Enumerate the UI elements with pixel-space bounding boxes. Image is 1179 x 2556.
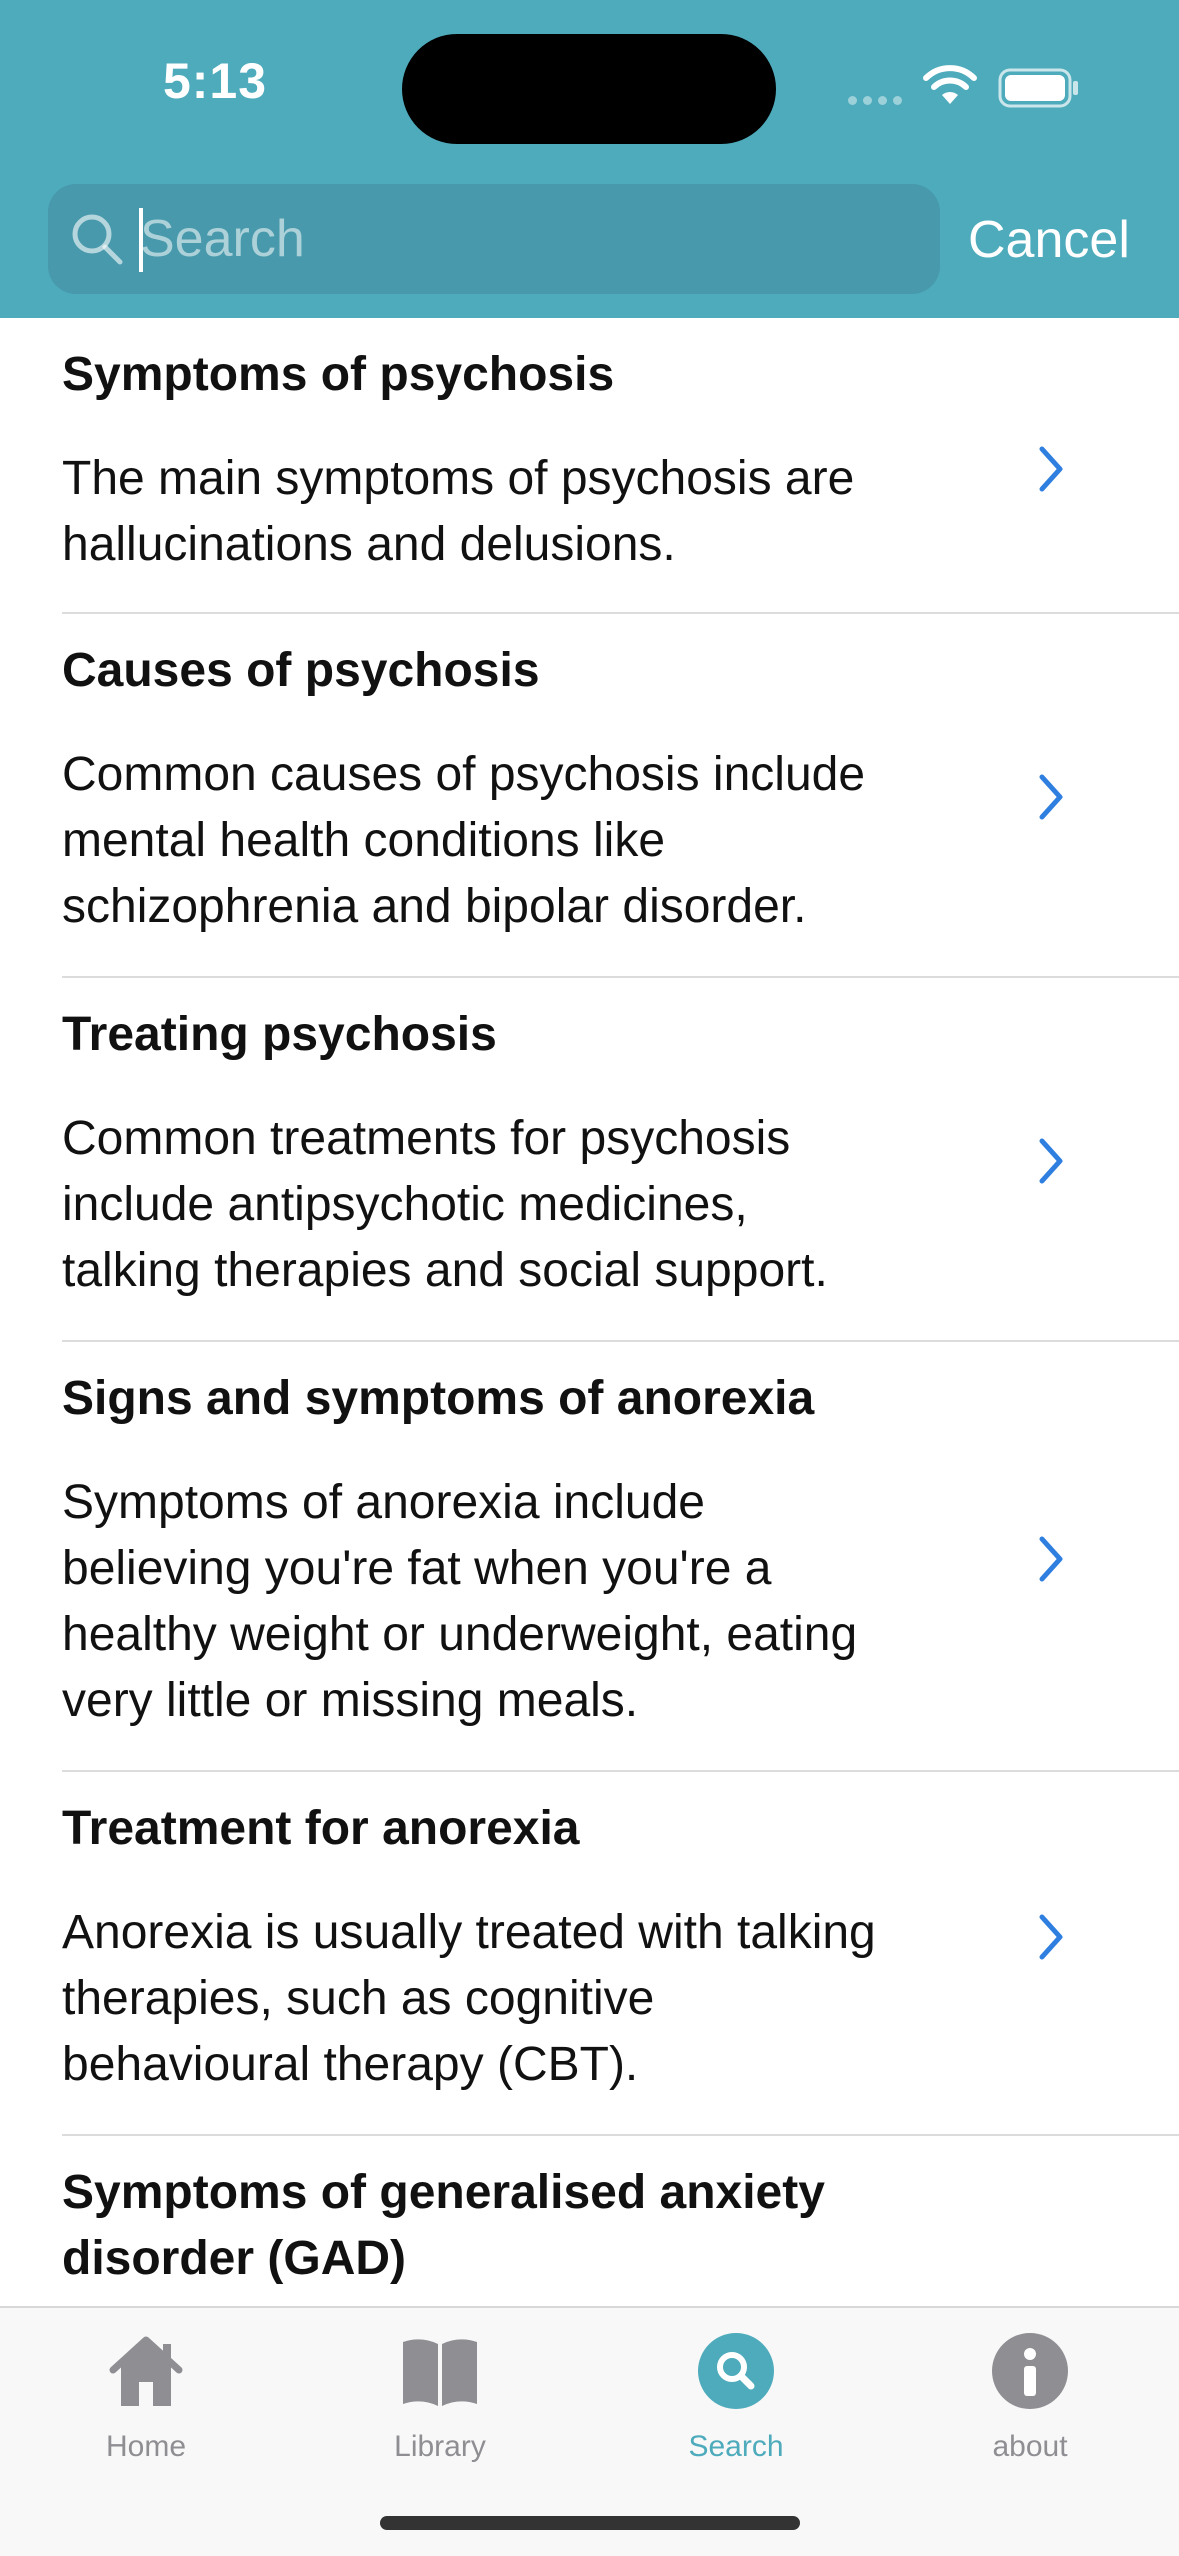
result-description: Common causes of psychosis include menta… — [62, 748, 866, 933]
result-title: Symptoms of generalised anxiety disorder… — [62, 2166, 825, 2285]
dynamic-island — [402, 34, 776, 144]
chevron-right-icon — [1039, 1138, 1063, 1184]
chevron-right-icon — [1039, 446, 1063, 492]
header: 5:13 Cancel — [0, 0, 1179, 318]
book-icon — [403, 2339, 477, 2406]
chevron-right-icon — [1039, 774, 1063, 820]
chevron-right-icon — [1039, 1536, 1063, 1582]
tab-label: Home — [105, 2430, 187, 2463]
status-time: 5:13 — [162, 53, 268, 109]
result-title: Signs and symptoms of anorexia — [62, 1372, 815, 1425]
cellular-signal-icon — [848, 92, 908, 110]
search-icon — [72, 214, 123, 265]
list-item[interactable]: Causes of psychosis Common causes of psy… — [0, 614, 1179, 978]
text-cursor — [139, 208, 143, 272]
result-title: Symptoms of psychosis — [62, 348, 615, 401]
list-item[interactable]: Symptoms of generalised anxiety disorder… — [0, 2136, 1179, 2306]
tab-label: Library — [394, 2430, 486, 2463]
search-input[interactable] — [140, 200, 900, 278]
tab-label: about — [992, 2430, 1068, 2463]
home-indicator[interactable] — [380, 2516, 800, 2530]
list-item[interactable]: Symptoms of psychosis The main symptoms … — [0, 318, 1179, 614]
result-description: Common treatments for psychosis include … — [62, 1112, 828, 1297]
tab-search[interactable]: Search — [626, 2328, 846, 2478]
tab-library[interactable]: Library — [330, 2328, 550, 2478]
chevron-right-icon — [1039, 1914, 1063, 1960]
list-item[interactable]: Signs and symptoms of anorexia Symptoms … — [0, 1342, 1179, 1772]
tab-about[interactable]: about — [920, 2328, 1140, 2478]
wifi-icon — [923, 65, 977, 104]
tab-home[interactable]: Home — [36, 2328, 256, 2478]
result-title: Causes of psychosis — [62, 644, 540, 697]
battery-icon — [998, 68, 1078, 108]
result-description: The main symptoms of psychosis are hallu… — [62, 452, 855, 571]
result-description: Anorexia is usually treated with talking… — [62, 1906, 876, 2091]
result-title: Treating psychosis — [62, 1008, 497, 1061]
result-description: Symptoms of anorexia include believing y… — [62, 1476, 858, 1727]
tab-label: Search — [688, 2430, 784, 2463]
cancel-button[interactable]: Cancel — [968, 200, 1178, 280]
search-bar[interactable] — [48, 184, 940, 294]
list-item[interactable]: Treating psychosis Common treatments for… — [0, 978, 1179, 1342]
search-icon — [698, 2333, 774, 2409]
home-icon — [109, 2336, 183, 2406]
screen: 5:13 Cancel Symptoms of psychosis — [0, 0, 1179, 2556]
info-icon — [992, 2333, 1068, 2409]
result-title: Treatment for anorexia — [62, 1802, 580, 1855]
list-item[interactable]: Treatment for anorexia Anorexia is usual… — [0, 1772, 1179, 2136]
